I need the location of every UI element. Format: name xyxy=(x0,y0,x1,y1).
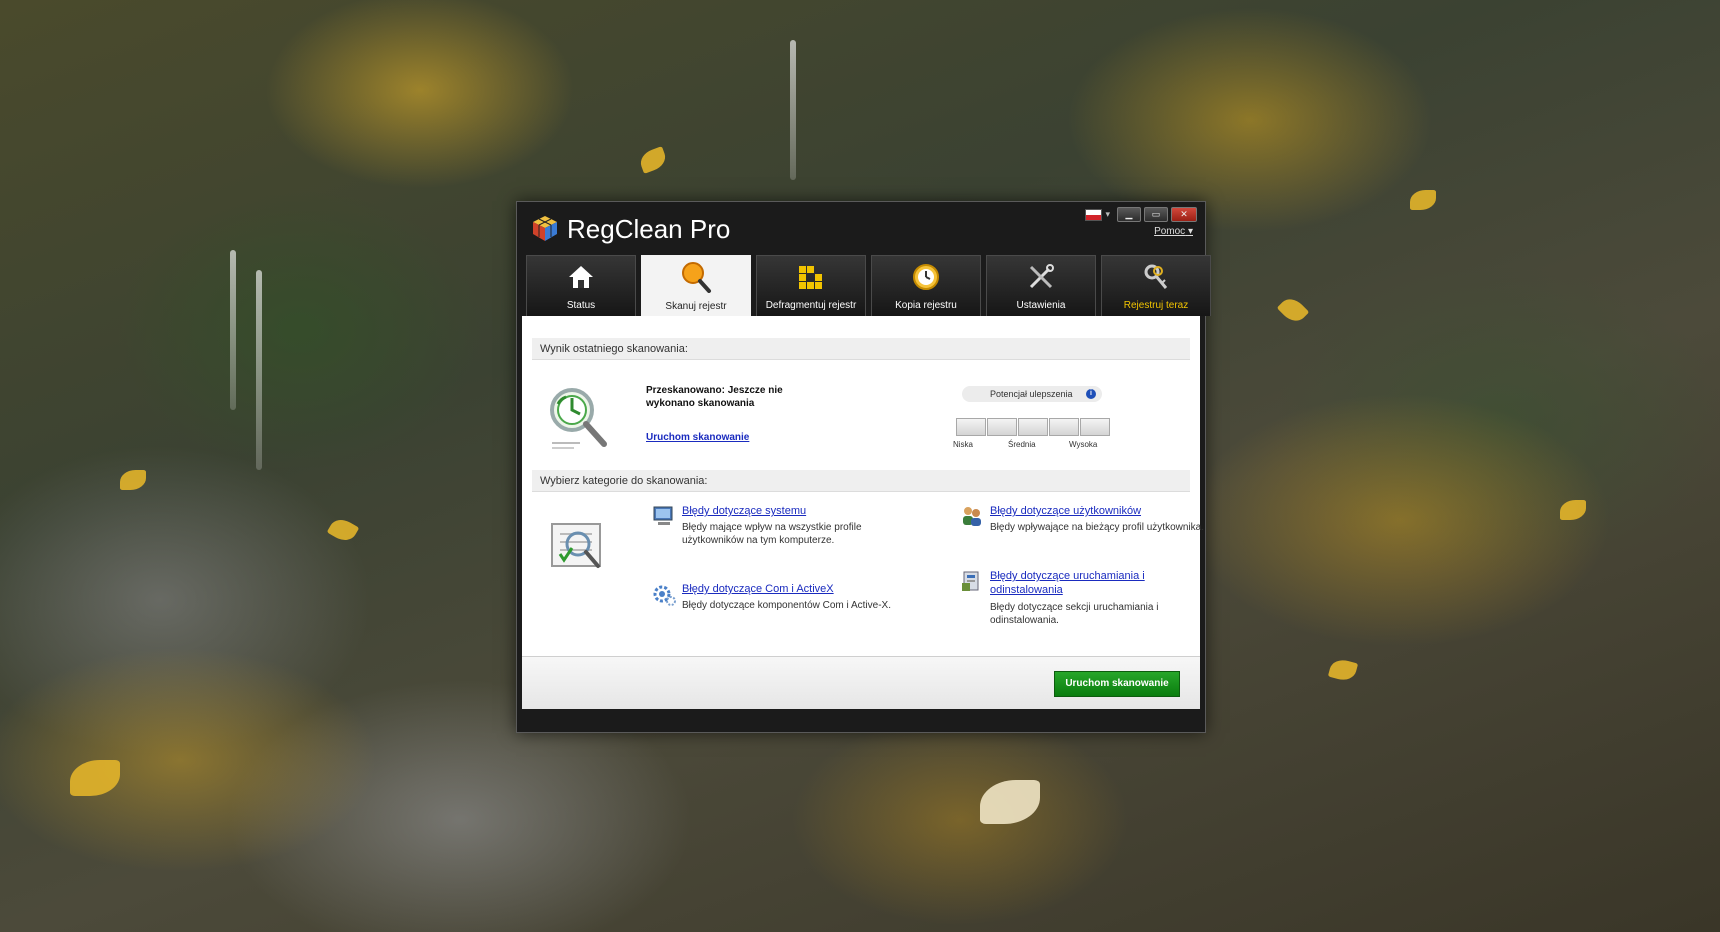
help-arrow-icon: ▾ xyxy=(1187,226,1193,237)
category-title[interactable]: Błędy dotyczące systemu xyxy=(682,504,902,518)
category-title[interactable]: Błędy dotyczące uruchamiania i odinstalo… xyxy=(990,569,1210,597)
gears-icon xyxy=(653,585,676,606)
tab-label: Rejestruj teraz xyxy=(1123,300,1189,311)
language-dropdown-arrow[interactable]: ▾ xyxy=(1105,209,1110,220)
start-scan-button[interactable]: Uruchom skanowanie xyxy=(1054,671,1180,697)
app-window: RegClean Pro ▾ ▁ ▭ ✕ Pomoc ▾ Status Skan… xyxy=(516,201,1211,733)
window-controls: ▾ ▁ ▭ ✕ xyxy=(1085,207,1197,222)
improvement-meter xyxy=(956,418,1110,436)
tab-label: Skanuj rejestr xyxy=(665,301,727,312)
waterfall-stream xyxy=(790,40,796,180)
magnifier-icon xyxy=(682,262,711,293)
close-button[interactable]: ✕ xyxy=(1171,207,1197,222)
scan-clock-magnifier-icon xyxy=(550,388,607,449)
blocks-icon xyxy=(799,266,822,289)
clock-icon xyxy=(913,264,939,290)
leaf xyxy=(120,470,146,490)
category-description: Błędy mające wpływ na wszystkie profile … xyxy=(682,522,862,546)
tools-icon xyxy=(1029,264,1054,289)
keys-icon xyxy=(1144,264,1168,289)
leaf xyxy=(980,780,1040,824)
app-logo-icon xyxy=(533,216,557,241)
info-icon[interactable]: i xyxy=(1086,389,1096,399)
leaf xyxy=(70,760,120,796)
tab-defragment-registry[interactable]: Defragmentuj rejestr xyxy=(756,255,866,316)
leaf xyxy=(1327,656,1359,684)
house-icon xyxy=(569,266,593,288)
leaf xyxy=(1410,190,1436,210)
tab-scan-registry[interactable]: Skanuj rejestr xyxy=(641,255,751,317)
help-label: Pomoc xyxy=(1154,226,1186,237)
tab-register-now[interactable]: Rejestruj teraz xyxy=(1101,255,1211,316)
waterfall-stream xyxy=(230,250,236,410)
tab-label: Kopia rejestru xyxy=(895,300,957,311)
improvement-potential-pill: Potencjał ulepszenia i xyxy=(962,386,1102,402)
category-com-activex-errors[interactable]: Błędy dotyczące Com i ActiveX Błędy doty… xyxy=(652,582,922,622)
meter-label-mid: Średnia xyxy=(1008,440,1036,449)
category-startup-uninstall-errors[interactable]: Błędy dotyczące uruchamiania i odinstalo… xyxy=(960,569,1230,631)
document-scan-icon xyxy=(551,523,601,568)
run-scan-link[interactable]: Uruchom skanowanie xyxy=(646,432,749,443)
footer-bar: Uruchom skanowanie xyxy=(522,656,1200,709)
category-title[interactable]: Błędy dotyczące Com i ActiveX xyxy=(682,582,902,596)
improvement-potential-label: Potencjał ulepszenia xyxy=(990,389,1073,399)
meter-label-high: Wysoka xyxy=(1069,440,1098,449)
categories-header: Wybierz kategorie do skanowania: xyxy=(532,470,1190,492)
meter-segment xyxy=(987,418,1017,436)
leaf xyxy=(1276,293,1310,327)
main-tabs: Status Skanuj rejestr Defragmentuj rejes… xyxy=(526,255,1211,317)
users-icon xyxy=(963,507,981,526)
meter-segment xyxy=(1049,418,1079,436)
tab-label: Ustawienia xyxy=(1016,300,1066,311)
category-system-errors[interactable]: Błędy dotyczące systemu Błędy mające wpł… xyxy=(652,504,922,552)
tab-settings[interactable]: Ustawienia xyxy=(986,255,1096,316)
minimize-button[interactable]: ▁ xyxy=(1117,207,1141,222)
waterfall-stream xyxy=(256,270,262,470)
leaf xyxy=(637,146,669,174)
category-description: Błędy wpływające na bieżący profil użytk… xyxy=(990,522,1204,533)
computer-icon xyxy=(653,506,673,525)
app-title: RegClean Pro xyxy=(567,214,731,244)
category-user-errors[interactable]: Błędy dotyczące użytkowników Błędy wpływ… xyxy=(960,504,1230,552)
last-scan-header: Wynik ostatniego skanowania: xyxy=(532,338,1190,360)
meter-segment xyxy=(956,418,986,436)
title-bar: RegClean Pro ▾ ▁ ▭ ✕ Pomoc ▾ xyxy=(517,202,1205,254)
tab-label: Defragmentuj rejestr xyxy=(765,300,857,311)
tab-label: Status xyxy=(566,300,596,311)
meter-segment xyxy=(1018,418,1048,436)
language-flag-icon[interactable] xyxy=(1085,208,1103,221)
category-title[interactable]: Błędy dotyczące użytkowników xyxy=(990,504,1210,518)
maximize-button[interactable]: ▭ xyxy=(1144,207,1168,222)
tab-registry-backup[interactable]: Kopia rejestru xyxy=(871,255,981,316)
meter-segment xyxy=(1080,418,1110,436)
scan-panel: Wynik ostatniego skanowania: Przeskanowa… xyxy=(522,316,1204,656)
leaf xyxy=(1560,500,1586,520)
meter-label-low: Niska xyxy=(953,440,974,449)
help-menu[interactable]: Pomoc ▾ xyxy=(1154,226,1193,237)
installer-icon xyxy=(962,571,979,591)
category-description: Błędy dotyczące sekcji uruchamiania i od… xyxy=(990,602,1159,626)
category-description: Błędy dotyczące komponentów Com i Active… xyxy=(682,600,891,611)
scan-status-text: Przeskanowano: Jeszcze nie wykonano skan… xyxy=(646,385,783,409)
tab-status[interactable]: Status xyxy=(526,255,636,316)
leaf xyxy=(326,514,360,546)
